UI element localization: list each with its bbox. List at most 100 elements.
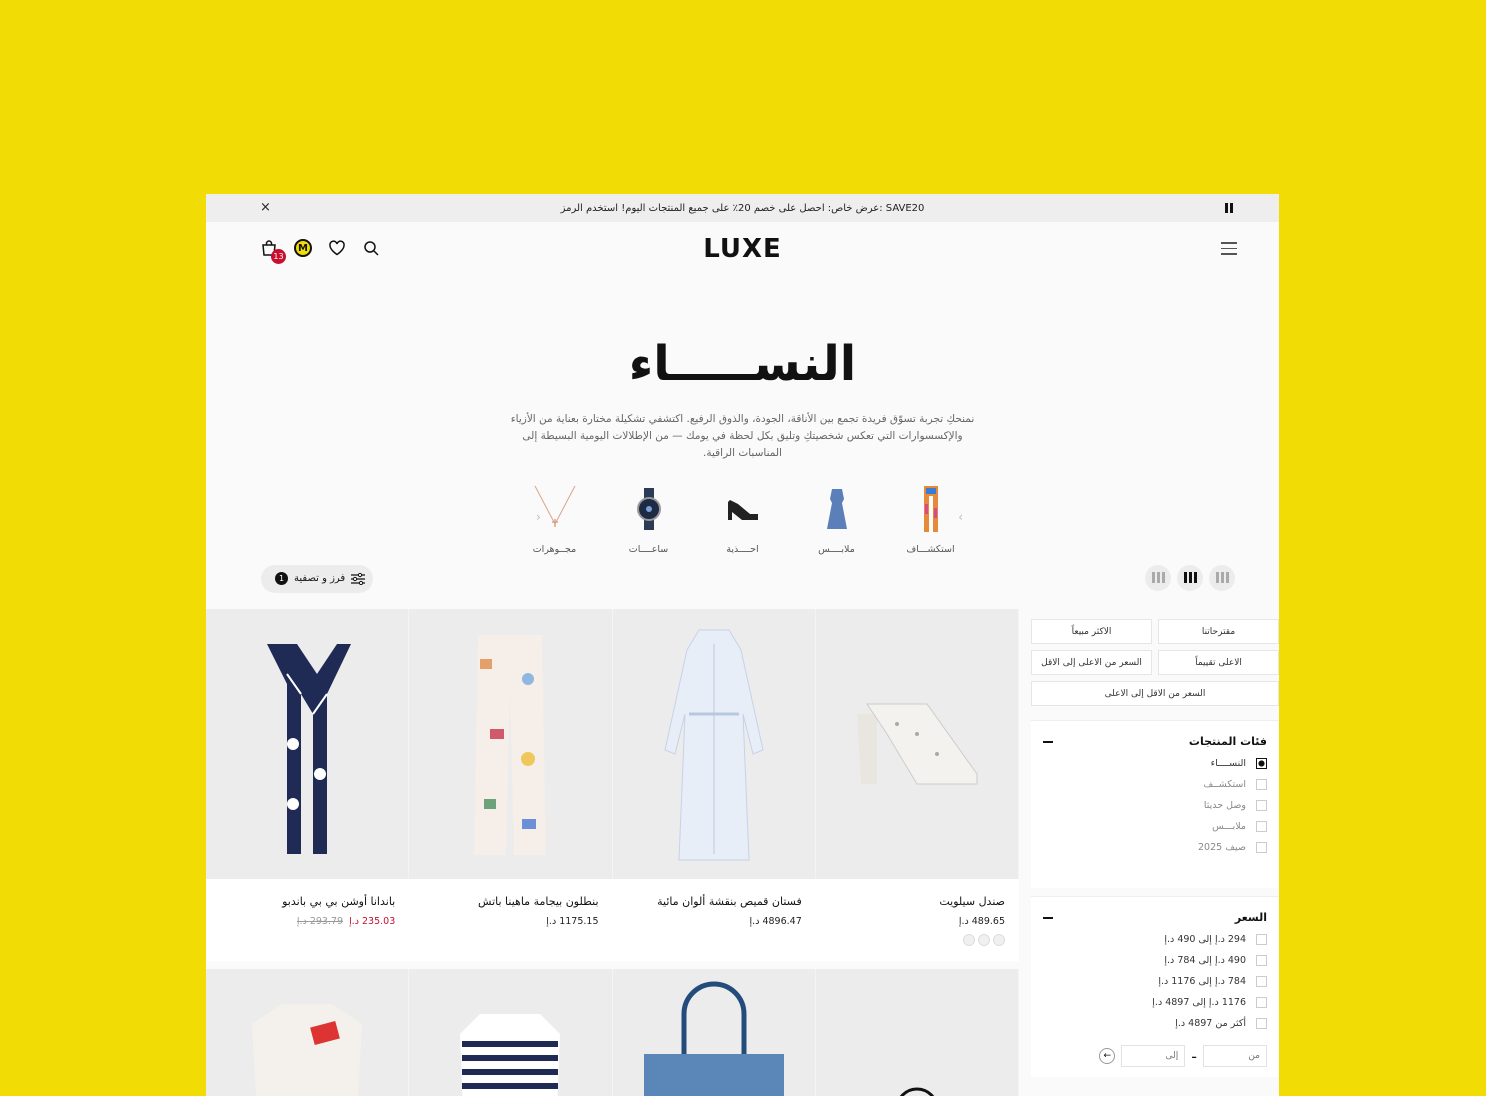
watch-icon	[622, 484, 676, 534]
chevron-right-icon[interactable]: ›	[958, 510, 963, 524]
page-description: نمنحكِ تجربة تسوّق فريدة تجمع بين الأناق…	[510, 412, 975, 459]
product-card[interactable]	[409, 961, 613, 1096]
checkbox[interactable]	[1256, 976, 1267, 987]
price-from-input[interactable]	[1203, 1045, 1267, 1067]
product-card[interactable]: بنطلون بيجامة ماهينا باتش 1175.15 د.إ	[409, 609, 613, 961]
chevron-left-icon[interactable]: ‹	[536, 510, 541, 524]
category-watches[interactable]: ساعــــات	[622, 484, 676, 555]
listing-toolbar: 1 فرز و تصفية	[206, 555, 1279, 615]
tote-bag-image	[612, 969, 816, 1096]
category-clothing[interactable]: ملابــــس	[810, 484, 864, 555]
color-swatch[interactable]	[993, 934, 1005, 946]
product-card[interactable]	[206, 961, 410, 1096]
category-carousel: › استكشـــاف ملابــــس احــــذية ساعــــ…	[206, 484, 1279, 555]
pause-icon[interactable]	[1225, 203, 1233, 213]
product-card[interactable]: باندانا أوشن بي بي باندبو 235.03 د.إ 293.…	[206, 609, 410, 961]
checkbox[interactable]	[1256, 800, 1267, 811]
product-info: فستان قميص بنقشة ألوان مائية 4896.47 د.إ	[612, 879, 816, 961]
menu-icon[interactable]	[1221, 242, 1237, 259]
view-toggle	[1145, 564, 1235, 591]
original-price: 293.79 د.إ	[296, 916, 344, 927]
filter-option[interactable]: النســــاء	[1043, 758, 1267, 769]
checkbox[interactable]	[1256, 955, 1267, 966]
product-card[interactable]	[612, 961, 816, 1096]
filter-option-label: صيف 2025	[1198, 842, 1246, 853]
category-label: ملابــــس	[818, 543, 855, 555]
sort-filter-label: فرز و تصفية	[294, 573, 346, 585]
collapse-icon[interactable]	[1043, 740, 1053, 743]
category-label: استكشـــاف	[906, 543, 955, 555]
category-shoes[interactable]: احــــذية	[716, 484, 770, 555]
product-grid: باندانا أوشن بي بي باندبو 235.03 د.إ 293.…	[206, 609, 1019, 1096]
product-card[interactable]: فستان قميص بنقشة ألوان مائية 4896.47 د.إ	[612, 609, 816, 961]
checkbox[interactable]	[1256, 1018, 1267, 1029]
filter-option-label: وصل حديثا	[1203, 800, 1246, 811]
arrow-left-icon[interactable]: ←	[1099, 1048, 1116, 1064]
checkbox[interactable]	[1256, 934, 1267, 945]
price-option[interactable]: 490 د.إ إلى 784 د.إ	[1043, 955, 1267, 966]
price-option[interactable]: أكثر من 4897 د.إ	[1043, 1018, 1267, 1029]
sort-price-desc[interactable]: السعر من الاعلى إلى الاقل	[1031, 650, 1152, 675]
price-option[interactable]: 784 د.إ إلى 1176 د.إ	[1043, 976, 1267, 987]
filter-count-badge: 1	[275, 572, 288, 586]
price-option[interactable]: 294 د.إ إلى 490 د.إ	[1043, 934, 1267, 945]
checkbox[interactable]	[1256, 758, 1267, 769]
sort-top-rated[interactable]: الاعلى تقييماً	[1158, 650, 1279, 675]
site-header: 13 M LUXE	[206, 222, 1279, 278]
scarf-icon	[904, 484, 958, 534]
product-info: صندل سيلويت 489.65 د.إ	[815, 879, 1019, 961]
filter-option[interactable]: صيف 2025	[1043, 842, 1267, 853]
color-swatches	[830, 934, 1005, 946]
sliders-icon	[351, 572, 366, 585]
filter-option[interactable]: وصل حديثا	[1043, 800, 1267, 811]
price-filter-title: السعر	[1234, 911, 1267, 924]
grid-4-view-icon[interactable]	[1145, 564, 1171, 591]
sort-filter-button[interactable]: 1 فرز و تصفية	[261, 564, 374, 593]
price-option-label: 784 د.إ إلى 1176 د.إ	[1158, 976, 1246, 987]
category-explore[interactable]: استكشـــاف	[904, 484, 958, 555]
product-name: صندل سيلويت	[939, 895, 1005, 908]
range-separator: -	[1191, 1046, 1197, 1066]
page-title: النســـــاء	[628, 336, 857, 392]
sandal-image	[815, 609, 1019, 879]
sort-best-selling[interactable]: الاكثر مبيعاً	[1031, 619, 1152, 644]
sweater-image	[206, 969, 410, 1096]
close-icon[interactable]: ×	[260, 200, 271, 215]
site-logo[interactable]: LUXE	[206, 234, 1279, 264]
color-swatch[interactable]	[978, 934, 990, 946]
price-filter-header[interactable]: السعر	[1043, 911, 1267, 924]
filter-option[interactable]: ملابـــس	[1043, 821, 1267, 832]
grid-2-view-icon[interactable]	[1209, 564, 1235, 591]
price-option-label: أكثر من 4897 د.إ	[1175, 1018, 1246, 1029]
handbag-image	[815, 969, 1019, 1096]
checkbox[interactable]	[1256, 997, 1267, 1008]
sort-recommended[interactable]: مقترحاتنا	[1158, 619, 1279, 644]
bandana-image	[206, 609, 410, 879]
product-price: 489.65 د.إ	[958, 916, 1005, 927]
sort-options: مقترحاتنا الاكثر مبيعاً الاعلى تقييماً ا…	[1031, 619, 1279, 706]
product-card[interactable]: صندل سيلويت 489.65 د.إ	[815, 609, 1019, 961]
checkbox[interactable]	[1256, 842, 1267, 853]
category-filter-header[interactable]: فئات المنتجات	[1043, 735, 1267, 748]
filter-option-label: النســــاء	[1210, 758, 1246, 769]
product-price: 235.03 د.إ 293.79 د.إ	[220, 916, 395, 927]
category-filter-title: فئات المنتجات	[1188, 735, 1267, 748]
filter-option[interactable]: استكشــف	[1043, 779, 1267, 790]
product-info: بنطلون بيجامة ماهينا باتش 1175.15 د.إ	[409, 879, 613, 961]
striped-top-image	[409, 969, 613, 1096]
filter-option-label: استكشــف	[1203, 779, 1246, 790]
collapse-icon[interactable]	[1043, 916, 1053, 919]
shoe-icon	[716, 484, 770, 534]
pajama-pants-image	[409, 609, 613, 879]
sort-price-asc[interactable]: السعر من الاقل إلى الاعلى	[1031, 681, 1279, 706]
price-to-input[interactable]	[1121, 1045, 1186, 1067]
color-swatch[interactable]	[963, 934, 975, 946]
checkbox[interactable]	[1256, 821, 1267, 832]
product-card[interactable]	[815, 961, 1019, 1096]
product-name: باندانا أوشن بي بي باندبو	[282, 895, 396, 908]
grid-3-view-icon[interactable]	[1177, 564, 1203, 591]
checkbox[interactable]	[1256, 779, 1267, 790]
price-option[interactable]: 1176 د.إ إلى 4897 د.إ	[1043, 997, 1267, 1008]
necklace-icon	[528, 484, 582, 534]
hero-section: النســـــاء نمنحكِ تجربة تسوّق فريدة تجم…	[206, 278, 1279, 462]
